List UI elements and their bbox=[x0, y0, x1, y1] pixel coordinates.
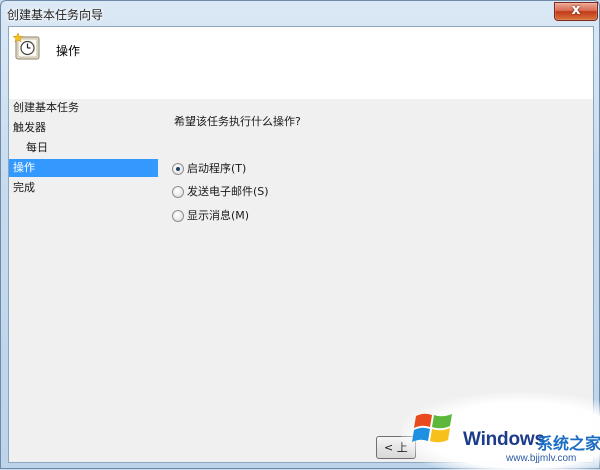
nav-item-create-basic-task[interactable]: 创建基本任务 bbox=[9, 99, 158, 117]
close-icon: x bbox=[571, 2, 581, 18]
watermark: Windows 系统之家 www.bjjmlv.com bbox=[401, 393, 600, 470]
page-title: 操作 bbox=[56, 44, 81, 58]
watermark-brand-cn: 系统之家 bbox=[537, 434, 600, 453]
watermark-brand: Windows bbox=[463, 429, 545, 450]
task-scheduler-clock-icon bbox=[13, 33, 40, 60]
close-button[interactable]: x bbox=[554, 2, 598, 21]
radio-send-email[interactable] bbox=[172, 186, 184, 198]
radio-start-program[interactable] bbox=[172, 163, 184, 175]
nav-item-action[interactable]: 操作 bbox=[9, 159, 158, 177]
wizard-window: 创建基本任务向导 x 操作 创建基本任务 触发器 每日 操作 完成 希望该任务执… bbox=[0, 0, 600, 470]
action-question: 希望该任务执行什么操作? bbox=[174, 115, 301, 128]
option-send-email-label: 发送电子邮件(S) bbox=[187, 185, 269, 198]
radio-display-message[interactable] bbox=[172, 210, 184, 222]
nav-item-finish[interactable]: 完成 bbox=[9, 179, 158, 197]
wizard-steps-nav: 创建基本任务 触发器 每日 操作 完成 bbox=[9, 99, 159, 459]
windows-logo-icon bbox=[412, 413, 452, 443]
title-bar[interactable]: 创建基本任务向导 x bbox=[1, 1, 599, 25]
option-display-message-label: 显示消息(M) bbox=[187, 209, 250, 222]
option-start-program-label: 启动程序(T) bbox=[187, 162, 247, 175]
window-title: 创建基本任务向导 bbox=[7, 8, 104, 22]
nav-item-daily[interactable]: 每日 bbox=[9, 139, 158, 157]
wizard-header: 操作 bbox=[9, 27, 593, 99]
watermark-url: www.bjjmlv.com bbox=[506, 453, 577, 464]
nav-item-trigger[interactable]: 触发器 bbox=[9, 119, 158, 137]
